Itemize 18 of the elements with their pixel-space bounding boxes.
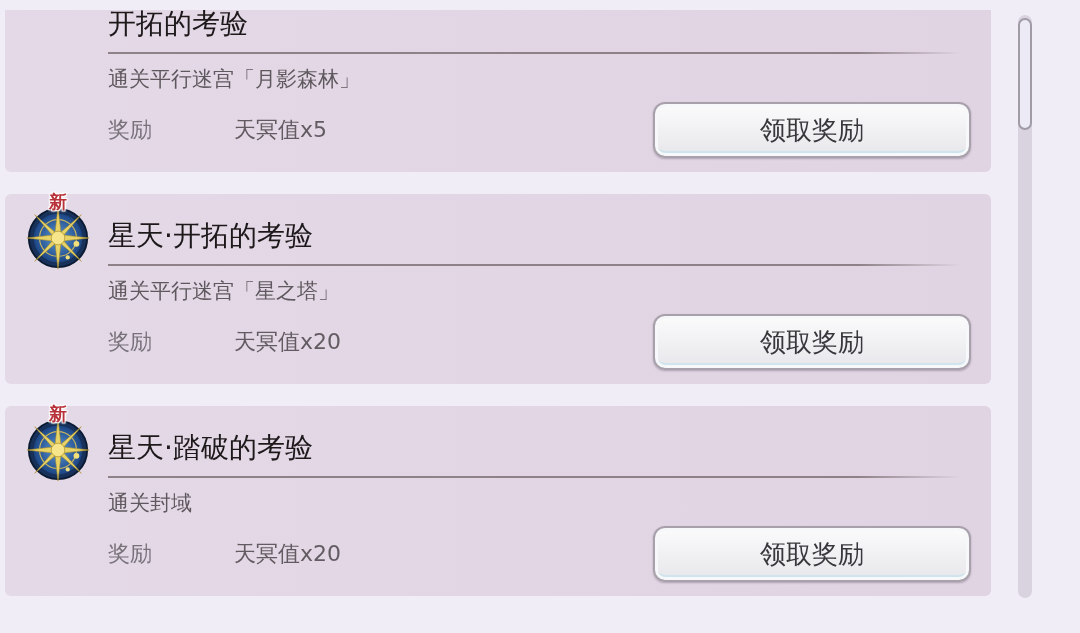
quest-title: 开拓的考验: [108, 10, 248, 42]
quest-description: 通关平行迷宫「星之塔」: [108, 278, 339, 305]
reward-label: 奖励: [108, 328, 152, 356]
reward-label: 奖励: [108, 540, 152, 568]
quest-description: 通关平行迷宫「月影森林」: [108, 66, 360, 93]
new-label: 新: [48, 192, 68, 212]
quest-description: 通关封域: [108, 490, 192, 517]
claim-reward-button[interactable]: 领取奖励: [653, 102, 971, 158]
quest-title: 星天·开拓的考验: [108, 218, 313, 254]
reward-value: 天冥值x5: [234, 116, 328, 144]
new-label: 新: [48, 404, 68, 424]
claim-reward-button[interactable]: 领取奖励: [653, 526, 971, 582]
claim-reward-button[interactable]: 领取奖励: [653, 314, 971, 370]
reward-label: 奖励: [108, 116, 152, 144]
scrollbar-thumb[interactable]: [1018, 18, 1032, 130]
reward-value: 天冥值x20: [234, 328, 341, 356]
reward-value: 天冥值x20: [234, 540, 341, 568]
quest-title: 星天·踏破的考验: [108, 430, 313, 466]
